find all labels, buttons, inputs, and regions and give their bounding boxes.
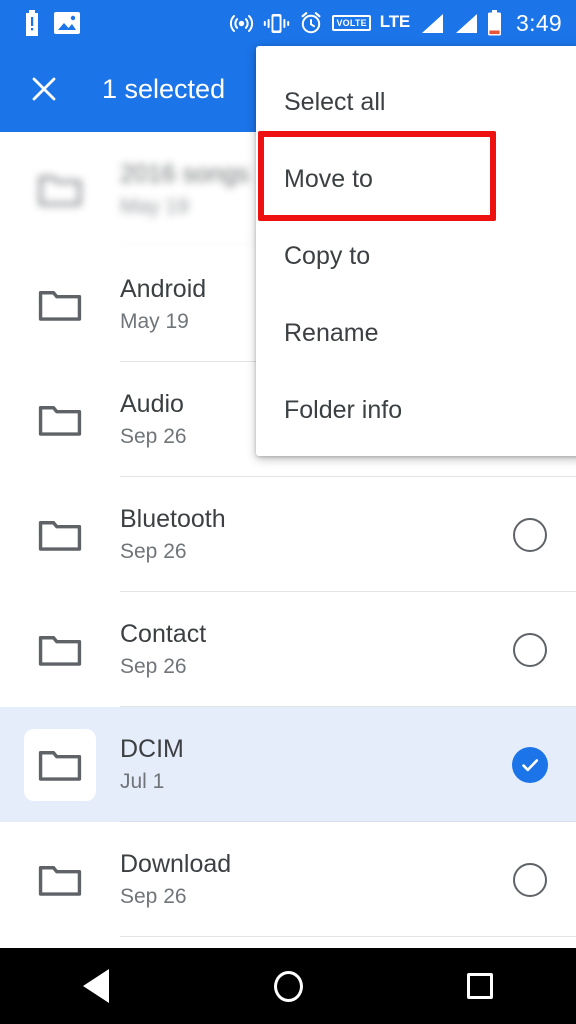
list-item[interactable]: Download Sep 26 [0,822,576,937]
folder-icon-wrap [0,132,120,247]
list-item-checkbox-slot[interactable] [484,477,576,592]
folder-icon-wrap [0,477,120,592]
folder-icon-wrap [0,707,120,822]
signal-1-icon [422,13,444,33]
status-bar-left-icons [0,10,80,36]
volte-icon: VOLTE [332,15,371,31]
folder-icon-wrap [0,362,120,477]
menu-item-label: Folder info [284,396,403,424]
folder-icon [38,405,82,436]
checkbox-unchecked-icon[interactable] [513,632,547,667]
list-item-text: DCIM Jul 1 [120,734,484,795]
folder-icon [38,175,82,206]
signal-2-icon [456,13,478,33]
folder-icon [38,290,82,321]
folder-icon [38,750,82,781]
status-bar: VOLTE LTE 3:49 [0,0,576,46]
menu-item-rename[interactable]: Rename [256,295,576,372]
folder-icon-wrap [0,822,120,937]
menu-item-label: Move to [284,165,373,193]
menu-item-move-to[interactable]: Move to [256,141,576,218]
status-bar-clock: 3:49 [516,9,562,36]
recents-icon [467,973,493,999]
phone-screen: VOLTE LTE 3:49 1 selected 2016 songs May… [0,0,576,1024]
android-navigation-bar [0,948,576,1024]
home-button[interactable] [233,948,343,1024]
list-item-date: Sep 26 [120,885,187,908]
list-item-name: Contact [120,620,207,648]
folder-icon [38,865,82,896]
alarm-icon [301,12,321,34]
close-icon[interactable] [16,61,72,117]
menu-item-select-all[interactable]: Select all [256,64,576,141]
selection-count-label: 1 selected [102,73,226,104]
home-icon [273,970,303,1002]
checkbox-unchecked-icon[interactable] [513,862,547,897]
menu-item-label: Copy to [284,242,371,270]
list-item[interactable]: Bluetooth Sep 26 [0,477,576,592]
battery-icon [488,10,502,36]
list-item-selected[interactable]: DCIM Jul 1 [0,707,576,822]
list-item-text: Bluetooth Sep 26 [120,504,484,565]
list-item-text: Contact Sep 26 [120,619,484,680]
folder-icon [38,635,82,666]
back-button[interactable] [41,948,151,1024]
back-icon [83,969,109,1003]
list-item-checkbox-slot[interactable] [484,707,576,822]
list-item-name: Download [120,850,232,878]
folder-icon [38,520,82,551]
menu-item-folder-info[interactable]: Folder info [256,372,576,449]
list-item-date: Jul 1 [120,770,165,793]
list-item[interactable]: Contact Sep 26 [0,592,576,707]
checkbox-checked-icon[interactable] [512,746,548,783]
checkbox-unchecked-icon[interactable] [513,517,547,552]
list-divider [120,936,576,937]
overflow-menu[interactable]: Select all Move to Copy to Rename Folder… [256,46,576,456]
list-item-date: Sep 26 [120,655,187,678]
list-item-name: DCIM [120,735,184,763]
list-item-checkbox-slot[interactable] [484,822,576,937]
vibrate-icon [264,13,290,33]
status-bar-right-icons: VOLTE LTE 3:49 [229,10,562,37]
image-icon [54,12,80,34]
list-item-date: Sep 26 [120,540,187,563]
recents-button[interactable] [425,948,535,1024]
folder-icon-wrap [0,247,120,362]
hotspot-icon [230,14,254,32]
lte-icon: LTE [379,11,411,31]
menu-item-label: Rename [284,319,379,347]
list-item-text: Download Sep 26 [120,849,484,910]
menu-item-label: Select all [284,88,386,116]
menu-item-copy-to[interactable]: Copy to [256,218,576,295]
folder-icon-wrap [0,592,120,707]
list-item-name: Bluetooth [120,505,226,533]
battery-alert-icon [26,10,38,36]
list-item-checkbox-slot[interactable] [484,592,576,707]
